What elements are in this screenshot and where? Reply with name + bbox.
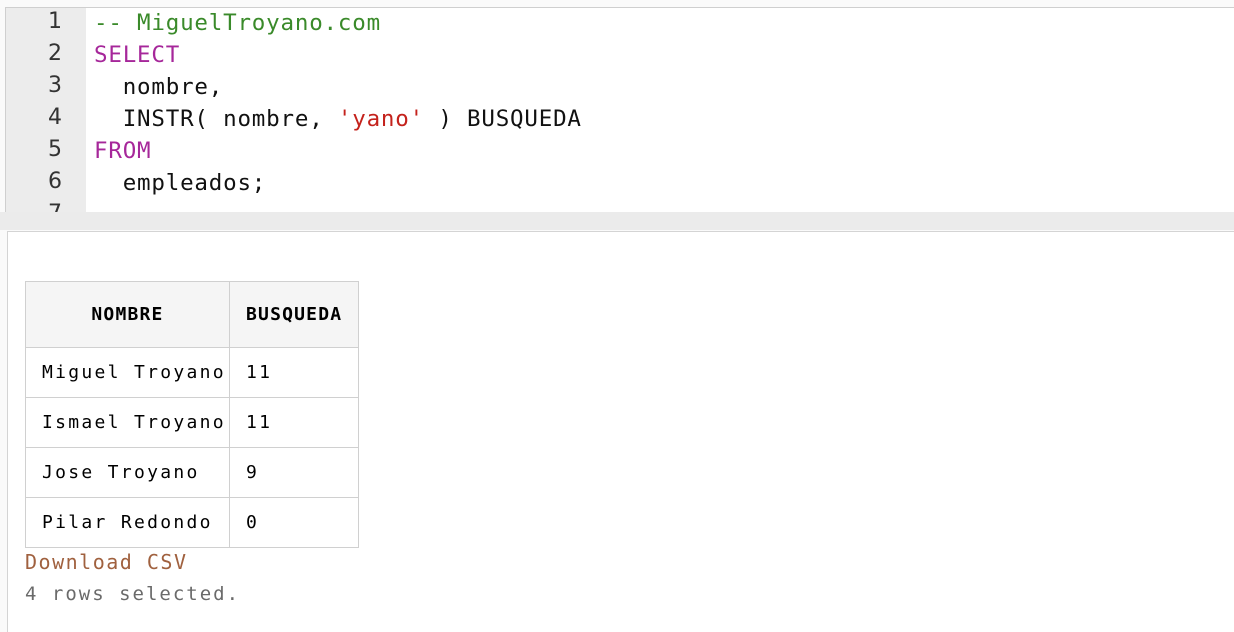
line-number: 6 — [48, 169, 62, 194]
cell-nombre: Jose Troyano — [25, 447, 230, 498]
code-string: 'yano' — [337, 106, 424, 132]
download-csv-link[interactable]: Download CSV — [25, 550, 188, 574]
code-line-table: empleados; — [94, 170, 267, 196]
line-number-gutter: 1 2 3 4 5 6 7 — [6, 8, 86, 212]
cell-nombre: Ismael Troyano — [25, 397, 230, 448]
column-header-busqueda: BUSQUEDA — [228, 281, 360, 348]
resize-divider[interactable] — [0, 212, 1234, 230]
line-number: 3 — [48, 73, 62, 98]
cell-busqueda: 0 — [228, 497, 360, 548]
code-line-column: nombre, — [94, 74, 224, 100]
table-row: Miguel Troyano 11 — [25, 347, 360, 398]
cell-busqueda: 11 — [228, 397, 360, 448]
code-line-from: FROM — [94, 138, 152, 164]
line-number: 4 — [48, 105, 62, 130]
table-row: Jose Troyano 9 — [25, 447, 360, 498]
code-text: INSTR( nombre, — [94, 106, 338, 132]
table-row: Ismael Troyano 11 — [25, 397, 360, 448]
cell-busqueda: 11 — [228, 347, 360, 398]
cell-busqueda: 9 — [228, 447, 360, 498]
results-table: NOMBRE BUSQUEDA Miguel Troyano 11 Ismael … — [25, 281, 360, 548]
code-line-comment: -- MiguelTroyano.com — [94, 10, 381, 36]
results-panel: NOMBRE BUSQUEDA Miguel Troyano 11 Ismael … — [7, 231, 1234, 632]
cell-nombre: Pilar Redondo — [25, 497, 230, 548]
line-number: 5 — [48, 137, 62, 162]
code-line-instr: INSTR( nombre, 'yano' ) BUSQUEDA — [94, 106, 582, 132]
sql-editor[interactable]: 1 2 3 4 5 6 7 -- MiguelTroyano.com SELEC… — [5, 7, 1234, 213]
column-header-nombre: NOMBRE — [25, 281, 230, 348]
table-header-row: NOMBRE BUSQUEDA — [25, 281, 360, 348]
code-line-select: SELECT — [94, 42, 181, 68]
line-number: 2 — [48, 41, 62, 66]
cell-nombre: Miguel Troyano — [25, 347, 230, 398]
line-number: 1 — [48, 9, 62, 34]
code-text: ) BUSQUEDA — [423, 106, 582, 132]
table-row: Pilar Redondo 0 — [25, 497, 360, 548]
rows-selected-status: 4 rows selected. — [25, 583, 241, 605]
